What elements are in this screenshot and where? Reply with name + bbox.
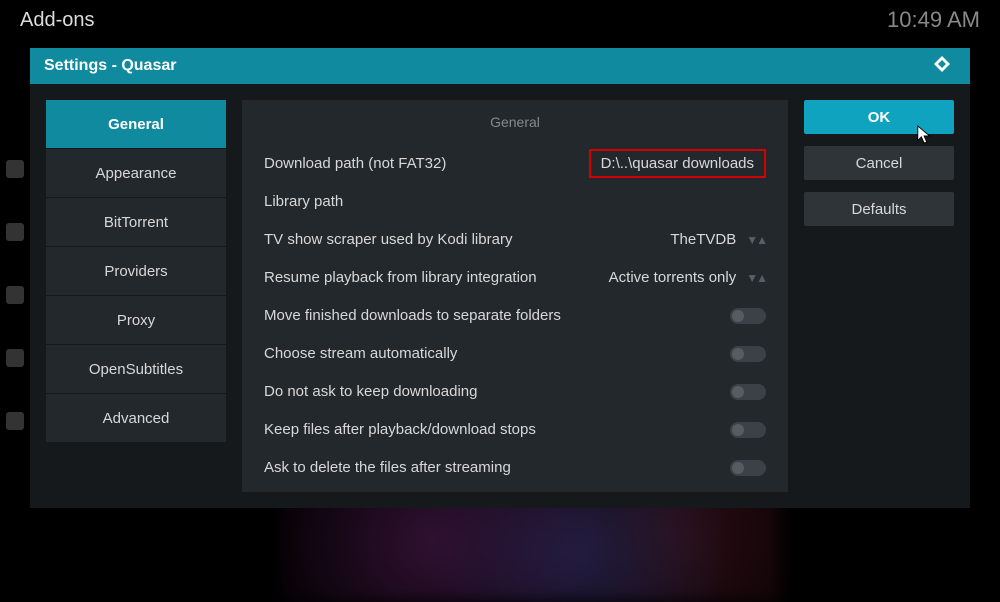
top-bar: Add-ons 10:49 AM xyxy=(0,0,1000,40)
sidebar-item-label: Advanced xyxy=(103,410,170,427)
page-title: Add-ons xyxy=(20,9,95,32)
toggle-off-icon[interactable] xyxy=(730,422,766,438)
setting-ask-delete[interactable]: Ask to delete the files after streaming xyxy=(264,453,766,482)
sidebar-item-label: Appearance xyxy=(96,165,177,182)
setting-value xyxy=(730,460,766,476)
toggle-off-icon[interactable] xyxy=(730,384,766,400)
dialog-header: Settings - Quasar xyxy=(30,48,970,84)
toggle-off-icon[interactable] xyxy=(730,308,766,324)
setting-value xyxy=(730,346,766,362)
setting-value: D:\..\quasar downloads xyxy=(589,149,766,178)
setting-value xyxy=(730,308,766,324)
button-label: Defaults xyxy=(851,201,906,218)
sidebar-item-opensubtitles[interactable]: OpenSubtitles xyxy=(46,345,226,393)
kodi-logo-icon xyxy=(928,54,956,78)
dialog-body: General Appearance BitTorrent Providers … xyxy=(30,84,970,508)
tv-icon[interactable] xyxy=(6,223,24,241)
section-heading: General xyxy=(264,110,766,140)
dialog-title: Settings - Quasar xyxy=(44,57,176,75)
sidebar-item-appearance[interactable]: Appearance xyxy=(46,149,226,197)
settings-panel: General Download path (not FAT32) D:\..\… xyxy=(242,100,788,492)
setting-value: Active torrents only ▼▲ xyxy=(609,269,766,286)
toggle-off-icon[interactable] xyxy=(730,460,766,476)
button-label: OK xyxy=(868,109,891,126)
setting-label: Ask to delete the files after streaming xyxy=(264,459,511,476)
value-text: D:\..\quasar downloads xyxy=(601,155,754,172)
cancel-button[interactable]: Cancel xyxy=(804,146,954,180)
setting-label: Keep files after playback/download stops xyxy=(264,421,536,438)
ok-button[interactable]: OK xyxy=(804,100,954,134)
value-text: TheTVDB xyxy=(670,231,736,248)
spinner-arrows-icon[interactable]: ▼▲ xyxy=(746,271,766,285)
setting-resume-playback[interactable]: Resume playback from library integration… xyxy=(264,263,766,292)
value-text: Active torrents only xyxy=(609,269,737,286)
category-sidebar: General Appearance BitTorrent Providers … xyxy=(46,100,226,492)
setting-download-path[interactable]: Download path (not FAT32) D:\..\quasar d… xyxy=(264,149,766,178)
setting-label: Download path (not FAT32) xyxy=(264,155,446,172)
music-icon[interactable] xyxy=(6,349,24,367)
setting-tv-scraper[interactable]: TV show scraper used by Kodi library The… xyxy=(264,225,766,254)
sidebar-item-general[interactable]: General xyxy=(46,100,226,148)
games-icon[interactable] xyxy=(6,286,24,304)
settings-dialog: Settings - Quasar General Appearance Bit… xyxy=(30,48,970,508)
setting-do-not-ask[interactable]: Do not ask to keep downloading xyxy=(264,377,766,406)
addons-icon[interactable] xyxy=(6,412,24,430)
sidebar-item-proxy[interactable]: Proxy xyxy=(46,296,226,344)
clock: 10:49 AM xyxy=(887,7,980,33)
setting-choose-stream[interactable]: Choose stream automatically xyxy=(264,339,766,368)
toggle-off-icon[interactable] xyxy=(730,346,766,362)
movies-icon[interactable] xyxy=(6,160,24,178)
setting-value xyxy=(730,422,766,438)
setting-label: Resume playback from library integration xyxy=(264,269,537,286)
sidebar-item-bittorrent[interactable]: BitTorrent xyxy=(46,198,226,246)
button-label: Cancel xyxy=(856,155,903,172)
setting-library-path[interactable]: Library path xyxy=(264,187,766,216)
sidebar-item-advanced[interactable]: Advanced xyxy=(46,394,226,442)
cursor-icon xyxy=(916,124,934,146)
defaults-button[interactable]: Defaults xyxy=(804,192,954,226)
sidebar-item-label: Proxy xyxy=(117,312,155,329)
sidebar-item-label: General xyxy=(108,116,164,133)
sidebar-item-label: Providers xyxy=(104,263,167,280)
side-icon-strip xyxy=(0,160,30,430)
setting-label: Move finished downloads to separate fold… xyxy=(264,307,561,324)
setting-value xyxy=(730,384,766,400)
sidebar-item-label: OpenSubtitles xyxy=(89,361,183,378)
setting-label: TV show scraper used by Kodi library xyxy=(264,231,512,248)
setting-label: Library path xyxy=(264,193,343,210)
setting-keep-files[interactable]: Keep files after playback/download stops xyxy=(264,415,766,444)
setting-label: Do not ask to keep downloading xyxy=(264,383,477,400)
spinner-arrows-icon[interactable]: ▼▲ xyxy=(746,233,766,247)
setting-label: Choose stream automatically xyxy=(264,345,457,362)
sidebar-item-providers[interactable]: Providers xyxy=(46,247,226,295)
action-buttons: OK Cancel Defaults xyxy=(804,100,954,492)
sidebar-item-label: BitTorrent xyxy=(104,214,168,231)
setting-value: TheTVDB ▼▲ xyxy=(670,231,766,248)
setting-move-finished[interactable]: Move finished downloads to separate fold… xyxy=(264,301,766,330)
